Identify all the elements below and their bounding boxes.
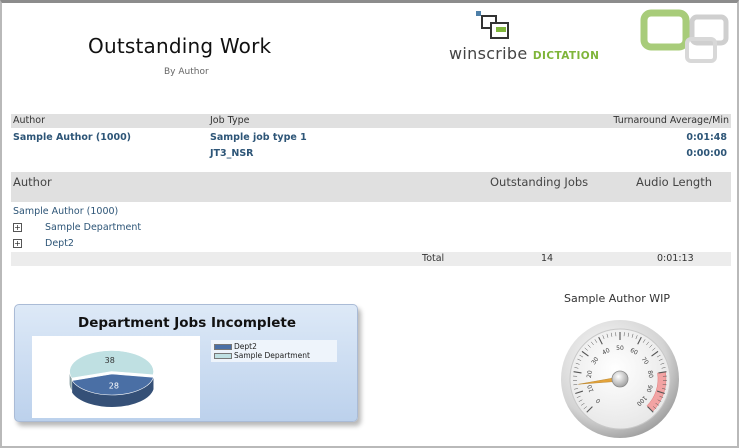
- gauge-tick-label: 20: [586, 370, 594, 379]
- legend-swatch: [214, 343, 232, 350]
- gauge-title: Sample Author WIP: [564, 292, 671, 305]
- gauge-hub: [611, 370, 629, 388]
- legend-swatch: [214, 352, 232, 359]
- pie-plot-area: 28 38: [32, 336, 200, 418]
- col-author: Author: [13, 115, 45, 126]
- report-title: Outstanding Work: [88, 34, 272, 58]
- col-author: Author: [13, 175, 52, 189]
- report-frame: Outstanding Work By Author winscribe DIC…: [0, 0, 739, 448]
- pie-data-label: 38: [105, 356, 115, 365]
- winscribe-logo: winscribe DICTATION: [449, 44, 599, 63]
- total-label: Total: [422, 253, 445, 264]
- chart-legend: Dept2 Sample Department: [211, 340, 337, 362]
- total-jobs: 14: [541, 253, 554, 264]
- group-sample-department[interactable]: Sample Department: [45, 222, 141, 233]
- turnaround-header: Author Job Type Turnaround Average/Min: [11, 114, 731, 128]
- col-job-type: Job Type: [210, 115, 250, 126]
- report-subtitle: By Author: [164, 67, 209, 77]
- total-row: Total 14 0:01:13: [11, 252, 731, 266]
- decorative-squares-icon: [640, 9, 729, 63]
- legend-item-sample-department: Sample Department: [214, 351, 310, 360]
- outstanding-header: Author Outstanding Jobs Audio Length: [11, 172, 731, 202]
- col-audio-length: Audio Length: [636, 175, 713, 189]
- total-audio: 0:01:13: [657, 253, 694, 264]
- job-type-cell: Sample job type 1: [210, 132, 307, 143]
- gauge-tick-label: 50: [616, 345, 624, 352]
- legend-item-dept2: Dept2: [214, 342, 257, 351]
- wip-gauge: 010203040 50 60708090100: [561, 320, 679, 438]
- gauge-tick-label: 80: [646, 370, 654, 379]
- expand-sample-department-button[interactable]: +: [13, 223, 22, 232]
- job-type-cell: JT3_NSR: [210, 148, 254, 159]
- outstanding-author: Sample Author (1000): [13, 206, 119, 217]
- turnaround-author: Sample Author (1000): [13, 132, 132, 143]
- chart-title: Department Jobs Incomplete: [78, 315, 296, 331]
- turnaround-cell: 0:01:48: [686, 132, 727, 143]
- logo-highlight: DICTATION: [532, 50, 600, 62]
- expand-dept2-button[interactable]: +: [13, 239, 22, 248]
- legend-label: Sample Department: [234, 351, 310, 360]
- col-outstanding-jobs: Outstanding Jobs: [490, 175, 589, 189]
- turnaround-cell: 0:00:00: [686, 148, 727, 159]
- winscribe-logo-icon: [476, 11, 509, 39]
- legend-label: Dept2: [234, 342, 257, 351]
- pie-data-label: 28: [109, 382, 119, 391]
- logo-text: winscribe: [449, 44, 528, 63]
- pie-chart: 28 38: [69, 350, 154, 407]
- col-turnaround: Turnaround Average/Min: [613, 115, 729, 126]
- department-chart-panel: Department Jobs Incomplete 28 38 Dept2 Sa…: [14, 304, 358, 422]
- group-dept2[interactable]: Dept2: [45, 238, 74, 249]
